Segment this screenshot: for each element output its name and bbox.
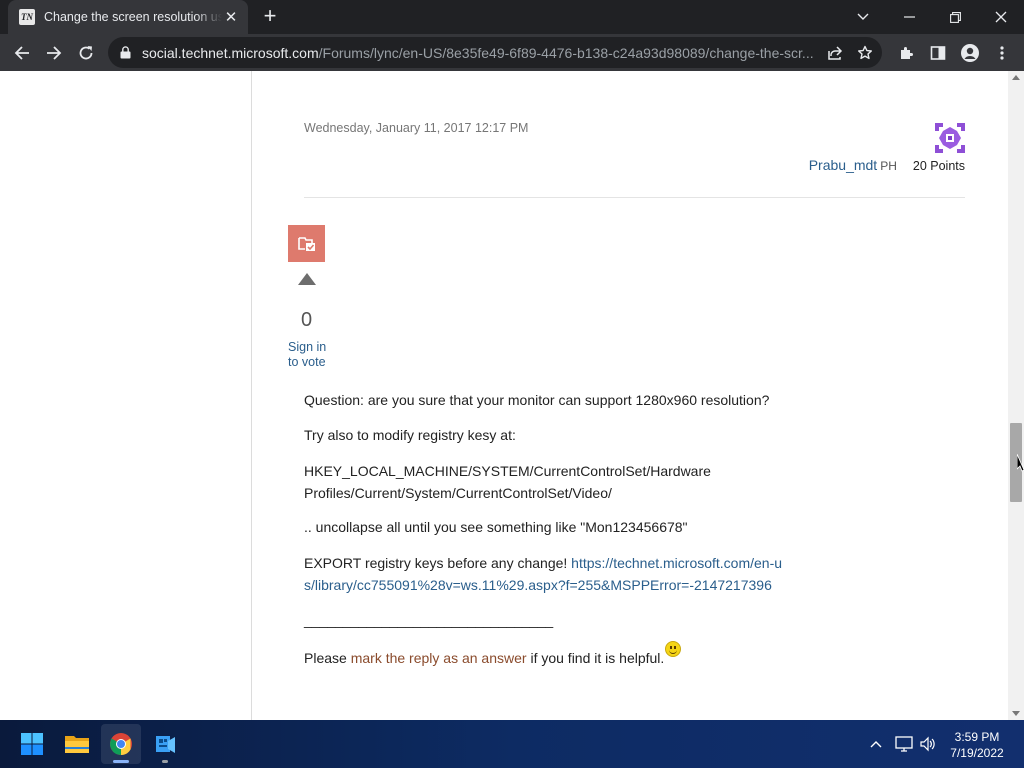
forward-button[interactable] [40,39,68,67]
browser-menu-button[interactable] [988,39,1016,67]
minimize-icon [903,16,915,18]
technet-favicon-icon: TN [19,9,35,25]
reload-button[interactable] [72,39,100,67]
post-date: Wednesday, January 11, 2017 12:17 PM [304,121,529,135]
chevron-up-icon [870,741,882,748]
network-icon [895,736,913,752]
signature-prefix: Please [304,650,351,666]
export-warning-text: EXPORT registry keys before any change! [304,555,572,571]
signature-rule: ________________________________ [304,612,554,628]
url-host: social.technet.microsoft.com [142,44,319,61]
clock-time: 3:59 PM [954,730,1000,744]
windows-taskbar: 3:59 PM 7/19/2022 [0,720,1024,768]
signature-suffix: if you find it is helpful. [526,650,665,666]
arrow-left-icon [14,46,29,60]
active-app-indicator [113,760,129,763]
url-path: /Forums/lync/en-US/8e35fe49-6f89-4476-b1… [318,44,814,61]
profile-avatar-icon [961,44,979,62]
file-explorer-taskbar-button[interactable] [57,724,97,764]
close-icon [995,11,1007,23]
extensions-button[interactable] [892,39,920,67]
author-country: PH [880,159,897,173]
volume-icon [920,736,935,752]
kebab-menu-icon [1000,46,1004,60]
restore-button[interactable] [932,0,978,34]
smiley-icon [665,641,682,657]
sign-in-line-1: Sign in [288,340,327,354]
app-taskbar-button[interactable] [145,724,185,764]
proposed-answer-badge [288,225,325,262]
reply-paragraph: Question: are you sure that your monitor… [304,392,770,408]
sign-in-to-vote-link[interactable]: Sign in to vote [288,340,326,370]
side-panel-button[interactable] [924,39,952,67]
profile-button[interactable] [956,39,984,67]
post-divider [304,197,965,198]
scroll-down-arrow-icon[interactable] [1012,711,1020,716]
vertical-scrollbar[interactable] [1008,71,1024,720]
lock-icon[interactable] [120,46,134,60]
start-button[interactable] [12,724,52,764]
volume-button[interactable] [916,720,940,768]
tab-strip: TN Change the screen resolution using ✕ … [0,0,1024,34]
registry-path: HKEY_LOCAL_MACHINE/SYSTEM/CurrentControl… [304,463,711,501]
vote-count: 0 [300,309,313,331]
file-explorer-icon [65,736,89,753]
app-icon [156,736,175,753]
chevron-down-icon [857,13,869,20]
tab-search-button[interactable] [840,0,886,34]
side-panel-icon [930,46,946,60]
column-divider [251,71,252,720]
author-info: Prabu_mdt PH 20 Points [809,157,965,173]
close-tab-icon[interactable]: ✕ [222,8,240,26]
close-window-button[interactable] [978,0,1024,34]
restore-icon [949,11,961,23]
author-name-link[interactable]: Prabu_mdt [809,157,877,173]
reply-paragraph: EXPORT registry keys before any change! … [304,552,784,596]
show-hidden-icons-button[interactable] [864,720,888,768]
tab-title: Change the screen resolution using [44,10,222,24]
new-tab-button[interactable]: + [258,4,282,28]
mark-as-answer-link[interactable]: mark the reply as an answer [351,650,527,666]
arrow-right-icon [47,46,62,60]
page-viewport: Wednesday, January 11, 2017 12:17 PM Pra… [0,71,1024,720]
browser-tab[interactable]: TN Change the screen resolution using ✕ [8,0,248,34]
start-icon [21,733,43,755]
sign-in-line-2: to vote [288,355,326,369]
reload-icon [79,46,93,60]
puzzle-icon [901,47,913,59]
system-clock[interactable]: 3:59 PM 7/19/2022 [940,729,1014,761]
bookmark-star-icon[interactable] [852,40,878,66]
url-text[interactable]: social.technet.microsoft.com/Forums/lync… [142,45,822,61]
browser-toolbar: social.technet.microsoft.com/Forums/lync… [0,34,1024,71]
signature-text: Please mark the reply as an answer if yo… [304,641,804,669]
back-button[interactable] [8,39,36,67]
reply-paragraph: .. uncollapse all until you see somethin… [304,519,688,535]
chrome-taskbar-button[interactable] [101,724,141,764]
author-points: 20 Points [912,159,965,173]
mouse-cursor-icon [1017,454,1024,472]
chrome-icon [110,733,132,755]
minimize-button[interactable] [886,0,932,34]
network-button[interactable] [892,720,916,768]
clock-date: 7/19/2022 [950,746,1004,760]
proposed-answer-icon [297,236,315,251]
reply-paragraph: Try also to modify registry kesy at: [304,427,516,443]
vote-up-arrow-icon[interactable] [298,273,316,285]
share-icon[interactable] [822,40,848,66]
author-avatar[interactable] [935,123,965,153]
running-app-indicator [162,760,168,763]
scroll-up-arrow-icon[interactable] [1012,75,1020,80]
address-bar[interactable]: social.technet.microsoft.com/Forums/lync… [108,37,882,68]
